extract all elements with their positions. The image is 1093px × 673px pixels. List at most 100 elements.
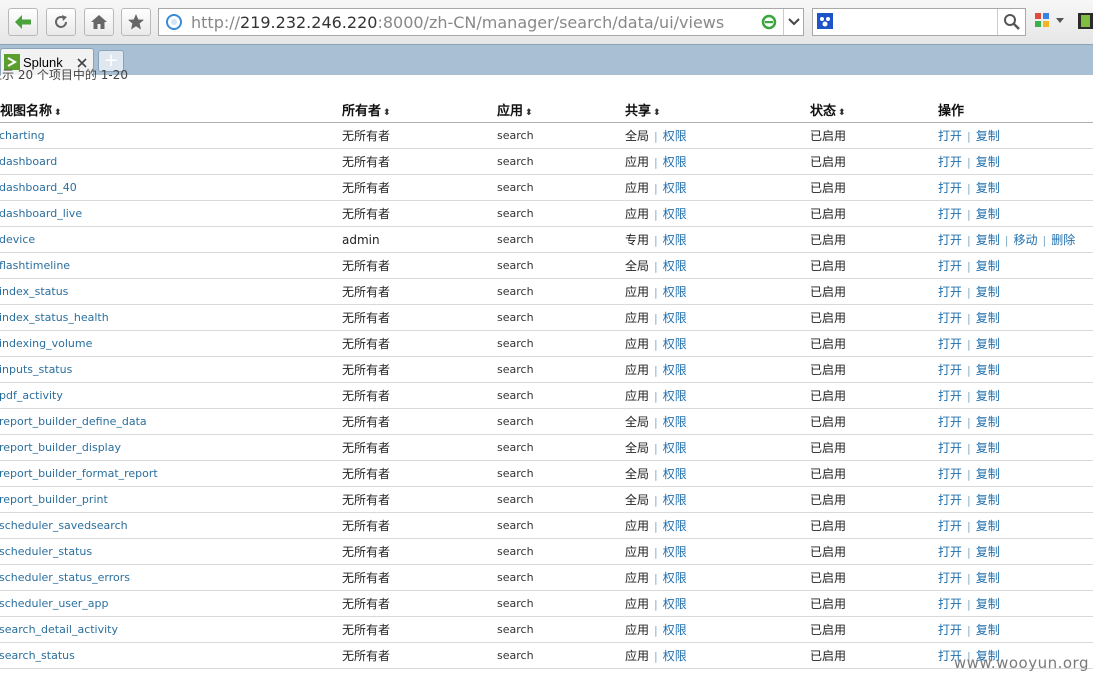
copy-link[interactable]: 复制 [976, 623, 1000, 637]
copy-link[interactable]: 复制 [976, 597, 1000, 611]
open-link[interactable]: 打开 [938, 311, 962, 325]
bookmark-button[interactable] [121, 8, 151, 36]
view-name-link[interactable]: flashtimeline [0, 259, 70, 272]
open-link[interactable]: 打开 [938, 337, 962, 351]
view-name-link[interactable]: device [0, 233, 35, 246]
permissions-link[interactable]: 权限 [663, 285, 687, 299]
permissions-link[interactable]: 权限 [663, 493, 687, 507]
search-engine-selector[interactable] [817, 13, 839, 31]
permissions-link[interactable]: 权限 [663, 181, 687, 195]
permissions-link[interactable]: 权限 [663, 311, 687, 325]
permissions-link[interactable]: 权限 [663, 441, 687, 455]
copy-link[interactable]: 复制 [976, 571, 1000, 585]
move-link[interactable]: 移动 [1013, 233, 1037, 247]
open-link[interactable]: 打开 [938, 493, 962, 507]
copy-link[interactable]: 复制 [976, 493, 1000, 507]
header-app[interactable]: 应用 ⬍ [497, 97, 625, 123]
view-name-link[interactable]: dashboard [0, 155, 57, 168]
view-name-link[interactable]: scheduler_savedsearch [0, 519, 128, 532]
permissions-link[interactable]: 权限 [663, 623, 687, 637]
header-status[interactable]: 状态 ⬍ [810, 97, 938, 123]
open-link[interactable]: 打开 [938, 597, 962, 611]
permissions-link[interactable]: 权限 [663, 571, 687, 585]
view-name-link[interactable]: charting [0, 129, 45, 142]
header-owner[interactable]: 所有者 ⬍ [342, 97, 497, 123]
open-link[interactable]: 打开 [938, 259, 962, 273]
copy-link[interactable]: 复制 [976, 207, 1000, 221]
view-name-link[interactable]: index_status_health [0, 311, 109, 324]
view-name-link[interactable]: dashboard_40 [0, 181, 77, 194]
open-link[interactable]: 打开 [938, 233, 962, 247]
open-link[interactable]: 打开 [938, 155, 962, 169]
header-sharing[interactable]: 共享 ⬍ [625, 97, 810, 123]
open-link[interactable]: 打开 [938, 363, 962, 377]
view-name-link[interactable]: scheduler_status [0, 545, 92, 558]
open-link[interactable]: 打开 [938, 285, 962, 299]
copy-link[interactable]: 复制 [976, 415, 1000, 429]
open-link[interactable]: 打开 [938, 415, 962, 429]
copy-link[interactable]: 复制 [976, 519, 1000, 533]
view-name-link[interactable]: report_builder_display [0, 441, 121, 454]
copy-link[interactable]: 复制 [976, 233, 1000, 247]
home-button[interactable] [84, 8, 114, 36]
view-name-link[interactable]: index_status [0, 285, 68, 298]
open-link[interactable]: 打开 [938, 389, 962, 403]
open-link[interactable]: 打开 [938, 129, 962, 143]
copy-link[interactable]: 复制 [976, 467, 1000, 481]
open-link[interactable]: 打开 [938, 441, 962, 455]
copy-link[interactable]: 复制 [976, 155, 1000, 169]
open-link[interactable]: 打开 [938, 519, 962, 533]
copy-link[interactable]: 复制 [976, 181, 1000, 195]
copy-link[interactable]: 复制 [976, 311, 1000, 325]
copy-link[interactable]: 复制 [976, 389, 1000, 403]
permissions-link[interactable]: 权限 [663, 337, 687, 351]
open-link[interactable]: 打开 [938, 467, 962, 481]
view-name-link[interactable]: report_builder_define_data [0, 415, 147, 428]
permissions-link[interactable]: 权限 [663, 545, 687, 559]
permissions-link[interactable]: 权限 [663, 467, 687, 481]
view-name-link[interactable]: search_detail_activity [0, 623, 118, 636]
permissions-link[interactable]: 权限 [663, 155, 687, 169]
view-name-link[interactable]: scheduler_user_app [0, 597, 109, 610]
back-button[interactable] [8, 8, 38, 36]
permissions-link[interactable]: 权限 [663, 389, 687, 403]
permissions-link[interactable]: 权限 [663, 129, 687, 143]
open-link[interactable]: 打开 [938, 545, 962, 559]
view-name-link[interactable]: pdf_activity [0, 389, 63, 402]
view-name-link[interactable]: scheduler_status_errors [0, 571, 130, 584]
address-bar[interactable]: http://219.232.246.220:8000/zh-CN/manage… [158, 8, 804, 36]
permissions-link[interactable]: 权限 [663, 259, 687, 273]
permissions-link[interactable]: 权限 [663, 207, 687, 221]
copy-link[interactable]: 复制 [976, 337, 1000, 351]
copy-link[interactable]: 复制 [976, 129, 1000, 143]
open-link[interactable]: 打开 [938, 571, 962, 585]
open-link[interactable]: 打开 [938, 623, 962, 637]
view-name-link[interactable]: inputs_status [0, 363, 72, 376]
permissions-link[interactable]: 权限 [663, 363, 687, 377]
copy-link[interactable]: 复制 [976, 363, 1000, 377]
open-link[interactable]: 打开 [938, 181, 962, 195]
search-submit-button[interactable] [997, 9, 1026, 35]
permissions-link[interactable]: 权限 [663, 597, 687, 611]
ie-compat-icon[interactable] [761, 14, 777, 30]
search-box[interactable] [812, 8, 1026, 36]
delete-link[interactable]: 删除 [1051, 233, 1075, 247]
media-button[interactable] [1078, 12, 1093, 30]
copy-link[interactable]: 复制 [976, 259, 1000, 273]
url-text[interactable]: http://219.232.246.220:8000/zh-CN/manage… [191, 13, 724, 32]
open-link[interactable]: 打开 [938, 207, 962, 221]
copy-link[interactable]: 复制 [976, 285, 1000, 299]
copy-link[interactable]: 复制 [976, 441, 1000, 455]
view-name-link[interactable]: dashboard_live [0, 207, 82, 220]
view-name-link[interactable]: search_status [0, 649, 75, 662]
refresh-button[interactable] [46, 8, 76, 36]
url-dropdown-button[interactable] [783, 9, 804, 35]
permissions-link[interactable]: 权限 [663, 519, 687, 533]
view-name-link[interactable]: report_builder_print [0, 493, 108, 506]
view-name-link[interactable]: indexing_volume [0, 337, 92, 350]
permissions-link[interactable]: 权限 [663, 415, 687, 429]
apps-button[interactable] [1034, 12, 1064, 32]
view-name-link[interactable]: report_builder_format_report [0, 467, 158, 480]
permissions-link[interactable]: 权限 [663, 649, 687, 663]
permissions-link[interactable]: 权限 [663, 233, 687, 247]
